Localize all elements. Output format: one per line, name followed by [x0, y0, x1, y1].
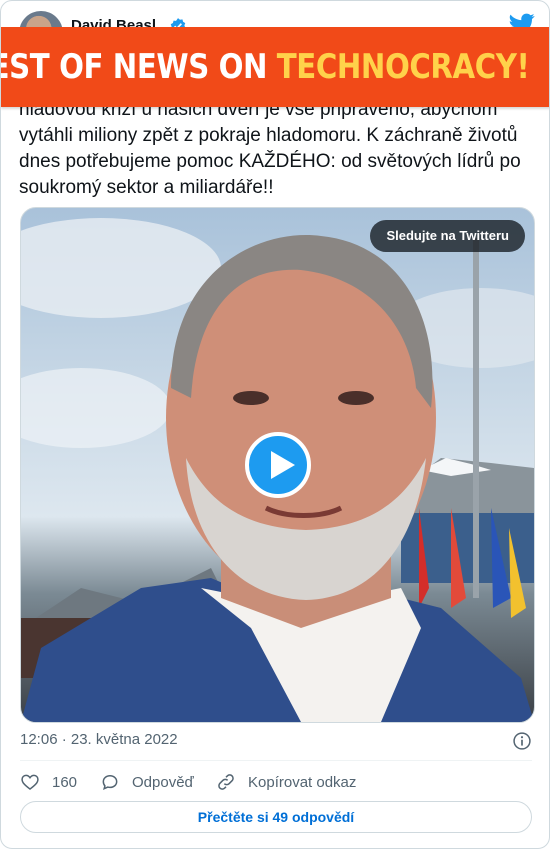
tweet-text: hladovou krizí u našich dveří je vše při…: [19, 99, 521, 198]
banner-text-white: ILY DIGEST OF NEWS ON: [1, 47, 267, 87]
heart-icon: [21, 774, 39, 791]
copy-link-button[interactable]: Kopírovat odkaz: [216, 769, 356, 795]
watch-on-twitter-button[interactable]: Sledujte na Twitteru: [370, 220, 525, 252]
divider: [20, 760, 532, 761]
like-count: 160: [52, 773, 78, 791]
read-replies-button[interactable]: Přečtěte si 49 odpovědí: [20, 801, 532, 833]
tweet-timestamp[interactable]: 12:06 · 23. května 2022: [20, 731, 178, 748]
news-digest-banner: ILY DIGEST OF NEWS ON TECHNOCRACY!: [1, 27, 549, 107]
banner-title: ILY DIGEST OF NEWS ON TECHNOCRACY!: [1, 45, 529, 89]
reply-label: Odpověď: [132, 773, 194, 791]
reply-button[interactable]: Odpověď: [100, 769, 194, 795]
play-icon[interactable]: [245, 432, 311, 498]
banner-text-highlight: TECHNOCRACY!: [276, 47, 529, 87]
tweet-actions: 160 Odpověď Kopírovat odkaz: [20, 769, 532, 795]
tweet-card: David Beasl ILY DIGEST OF NEWS ON TECHNO…: [0, 0, 550, 849]
speech-bubble-icon: [102, 774, 118, 790]
copy-link-label: Kopírovat odkaz: [248, 773, 357, 791]
link-icon: [218, 774, 234, 790]
like-button[interactable]: 160: [20, 769, 77, 795]
info-icon[interactable]: [512, 731, 532, 751]
video-media[interactable]: Sledujte na Twitteru: [20, 207, 535, 723]
